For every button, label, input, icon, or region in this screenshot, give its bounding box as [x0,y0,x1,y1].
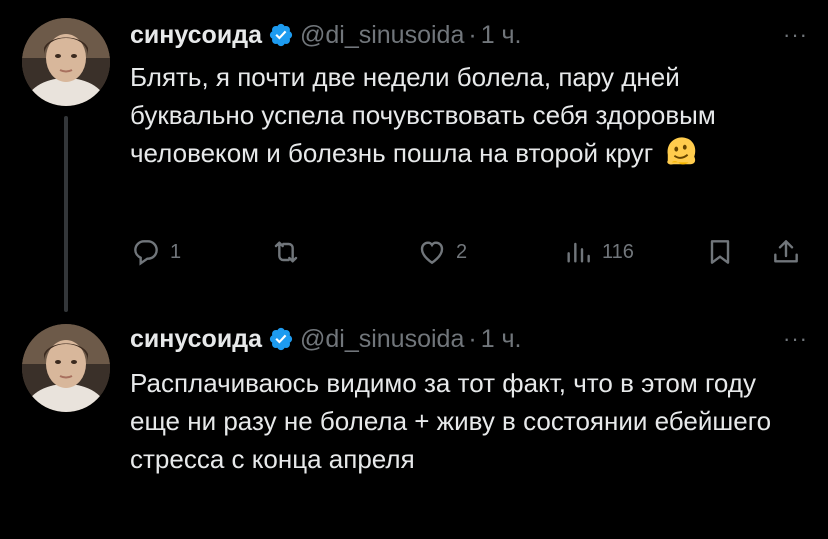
bookmark-button[interactable] [704,236,736,268]
reply-icon [134,240,158,266]
display-name[interactable]: синусоида [130,21,262,50]
more-options-icon[interactable]: ··· [783,328,808,350]
handle[interactable]: @di_sinusoida [300,325,464,354]
retweet-button[interactable] [270,236,310,268]
heart-icon [420,241,444,265]
tweet-text-content: Блять, я почти две недели болела, пару д… [130,62,716,168]
thread-line [64,116,68,312]
tweet-2[interactable]: синусоида @di_sinusoida · 1 ч. ··· Распл… [0,320,828,539]
share-button[interactable] [770,236,802,268]
avatar[interactable] [22,324,110,412]
like-button[interactable]: 2 [416,236,467,268]
avatar-photo [22,18,110,106]
timestamp[interactable]: 1 ч. [481,21,522,50]
avatar[interactable] [22,18,110,106]
tweet-header: синусоида @di_sinusoida · 1 ч. [130,322,522,356]
tweet-text: Расплачиваюсь видимо за тот факт, что в … [130,364,810,478]
verified-badge-icon[interactable] [268,326,294,352]
like-count: 2 [456,240,468,263]
avatar-photo [22,324,110,412]
retweet-icon [274,241,298,263]
tweet-actions: 1 2 116 [130,236,810,276]
separator-dot: · [468,20,477,49]
tweet-header: синусоида @di_sinusoida · 1 ч. [130,18,522,52]
bookmark-icon [710,240,730,264]
tweet-text: Блять, я почти две недели болела, пару д… [130,58,810,172]
display-name[interactable]: синусоида [130,325,262,354]
views-count: 116 [602,240,634,263]
tweet-text-content: Расплачиваюсь видимо за тот факт, что в … [130,368,772,474]
reply-button[interactable]: 1 [130,236,181,268]
views-chart-icon [567,242,590,263]
more-options-icon[interactable]: ··· [783,24,808,46]
separator-dot: · [468,324,477,353]
views-button[interactable]: 116 [562,236,634,268]
reply-count: 1 [170,240,182,263]
handle[interactable]: @di_sinusoida [300,21,464,50]
timestamp[interactable]: 1 ч. [481,325,522,354]
tweet-1[interactable]: синусоида @di_sinusoida · 1 ч. ··· Блять… [0,0,828,320]
verified-badge-icon[interactable] [268,22,294,48]
share-icon [774,240,798,263]
melting-face-emoji-icon [667,137,696,165]
